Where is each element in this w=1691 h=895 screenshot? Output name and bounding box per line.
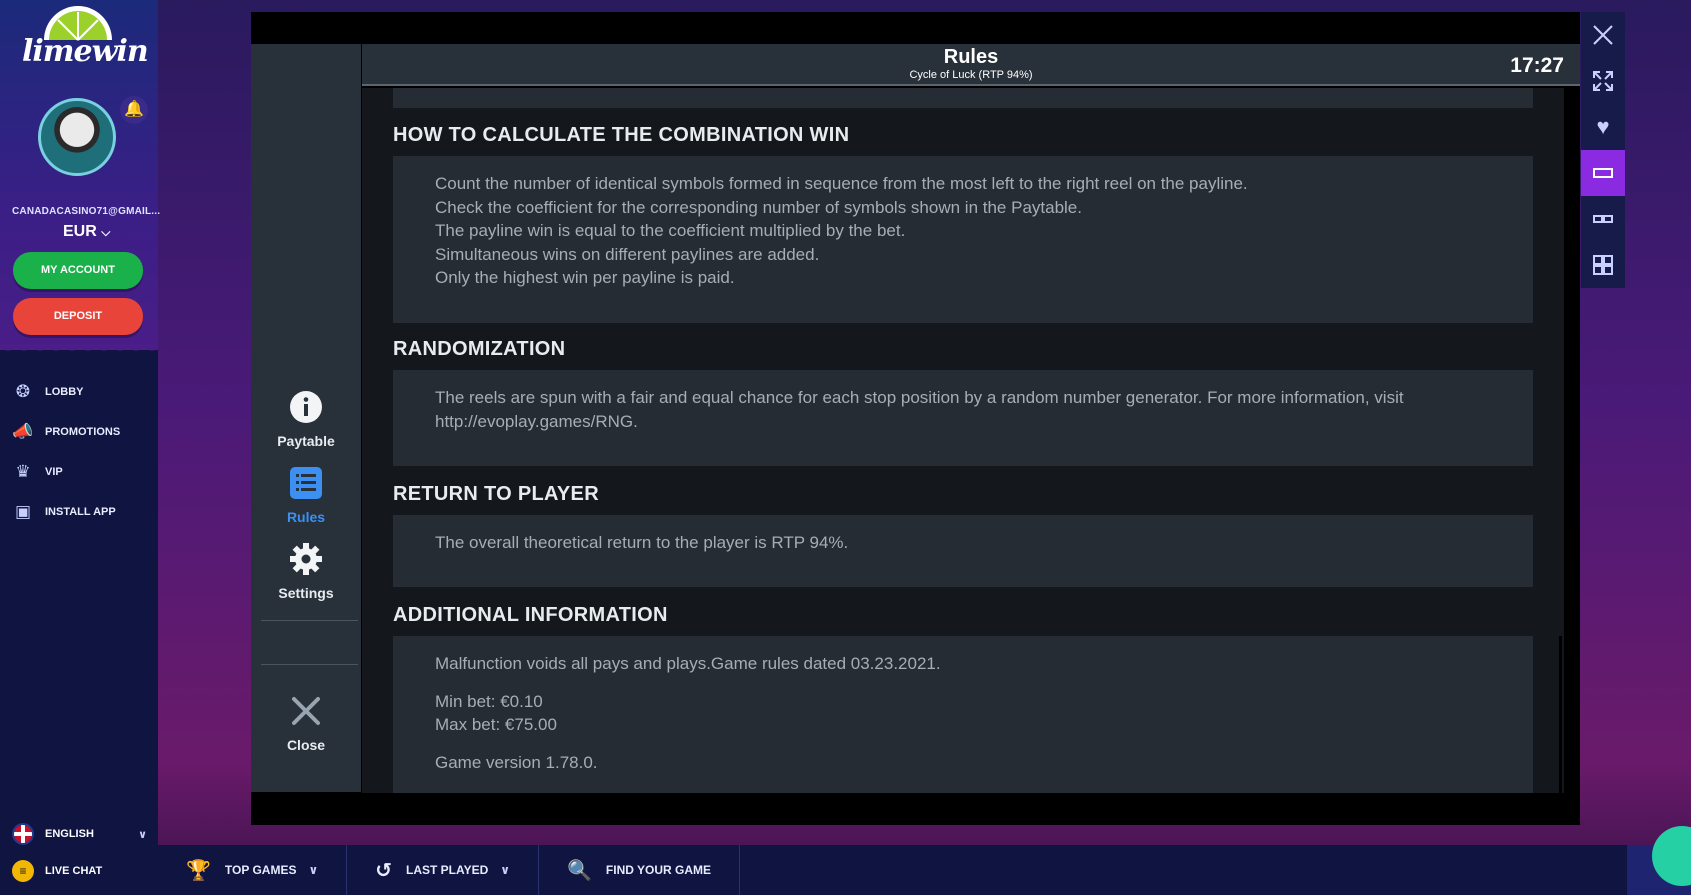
bottom-bar: 🏆 TOP GAMES ∨ ↺ LAST PLAYED ∨ 🔍 FIND YOU… — [158, 845, 1691, 895]
live-chat-link[interactable]: ≡ LIVE CHAT — [12, 860, 102, 882]
nav-divider — [261, 620, 358, 621]
search-icon: 🔍 — [567, 859, 592, 882]
language-selector[interactable]: ENGLISH ∨ — [12, 823, 147, 845]
heart-icon: ♥ — [1596, 114, 1610, 139]
find-game-label: FIND YOUR GAME — [605, 863, 712, 877]
clock: 17:27 — [1510, 54, 1564, 77]
rules-button[interactable]: Rules — [251, 466, 361, 525]
sidebar-item-label: VIP — [45, 466, 63, 478]
paytable-label: Paytable — [277, 433, 335, 449]
top-games-label: TOP GAMES — [224, 863, 297, 877]
section-box-additional: Malfunction voids all pays and plays.Gam… — [393, 636, 1533, 793]
game-subtitle: Cycle of Luck (RTP 94%) — [909, 69, 1033, 81]
expand-icon — [1593, 71, 1613, 91]
bell-icon[interactable]: 🔔 — [120, 96, 148, 124]
chat-icon: ≡ — [12, 860, 34, 882]
favorite-button[interactable]: ♥ — [1581, 104, 1625, 150]
rule-line: Simultaneous wins on different paylines … — [435, 244, 820, 264]
lobby-icon: ❂ — [15, 382, 31, 401]
gear-icon — [290, 543, 322, 575]
close-label: Close — [286, 737, 326, 753]
live-chat-label: LIVE CHAT — [45, 865, 103, 877]
paytable-button[interactable]: Paytable — [251, 390, 361, 449]
rules-content[interactable]: HOW TO CALCULATE THE COMBINATION WIN Cou… — [362, 88, 1564, 793]
section-title-additional: ADDITIONAL INFORMATION — [393, 604, 668, 626]
rule-line: The payline win is equal to the coeffici… — [435, 221, 906, 240]
section-title-randomization: RANDOMIZATION — [393, 338, 566, 360]
min-bet-text: Min bet: €0.10 — [435, 691, 543, 711]
chevron-down-icon: ∨ — [308, 863, 319, 877]
quad-view-button[interactable] — [1581, 242, 1625, 288]
sidebar-item-vip[interactable]: ♛ VIP — [12, 452, 120, 492]
dual-window-icon — [1593, 215, 1613, 223]
deposit-button[interactable]: DEPOSIT — [13, 298, 143, 335]
rtp-text: The overall theoretical return to the pl… — [435, 533, 849, 552]
sidebar-item-install-app[interactable]: ▣ INSTALL APP — [12, 492, 120, 532]
user-email: CANADACASINO71@GMAIL... — [12, 206, 161, 217]
section-box-combination: Count the number of identical symbols fo… — [393, 156, 1533, 323]
close-button[interactable]: Close — [251, 694, 361, 753]
sidebar-item-promotions[interactable]: 📣 PROMOTIONS — [12, 412, 120, 452]
section-box-randomization: The reels are spun with a fair and equal… — [393, 370, 1533, 466]
content-scrollbar[interactable] — [1559, 636, 1562, 793]
sidebar-item-label: PROMOTIONS — [45, 426, 121, 438]
close-icon — [292, 697, 320, 725]
rules-header: Rules Cycle of Luck (RTP 94%) 17:27 — [362, 44, 1580, 86]
section-title-rtp: RETURN TO PLAYER — [393, 483, 599, 505]
right-toolbar: ♥ — [1581, 12, 1625, 288]
rule-line: Only the highest win per payline is paid… — [435, 268, 735, 287]
info-icon — [290, 391, 322, 423]
quad-window-icon — [1593, 255, 1613, 275]
megaphone-icon: 📣 — [12, 422, 34, 441]
find-game-search[interactable]: 🔍 FIND YOUR GAME — [539, 845, 741, 895]
sidebar-nav: ❂ LOBBY 📣 PROMOTIONS ♛ VIP ▣ INSTALL APP — [12, 372, 120, 532]
nav-divider — [261, 664, 358, 665]
phone-icon: ▣ — [14, 502, 32, 521]
previous-section-box — [393, 88, 1533, 108]
malfunction-text: Malfunction voids all pays and plays.Gam… — [435, 654, 941, 673]
section-box-rtp: The overall theoretical return to the pl… — [393, 515, 1533, 587]
dual-view-button[interactable] — [1581, 196, 1625, 242]
fullscreen-button[interactable] — [1581, 58, 1625, 104]
game-version-text: Game version 1.78.0. — [435, 752, 598, 772]
sidebar-item-label: LOBBY — [45, 386, 84, 398]
game-side-nav: Paytable Rules Settings Close — [251, 44, 361, 792]
single-view-button[interactable] — [1581, 150, 1625, 196]
settings-button[interactable]: Settings — [251, 542, 361, 601]
sidebar-profile-panel: limewin 🔔 CANADACASINO71@GMAIL... EUR ⌵ … — [0, 0, 161, 356]
currency-label: EUR — [63, 223, 97, 240]
rule-line: Count the number of identical symbols fo… — [435, 174, 1248, 193]
last-played-label: LAST PLAYED — [406, 863, 489, 877]
section-title-combination: HOW TO CALCULATE THE COMBINATION WIN — [393, 124, 850, 146]
crown-icon: ♛ — [15, 462, 31, 481]
language-label: ENGLISH — [45, 828, 94, 840]
rule-line: Check the coefficient for the correspond… — [435, 197, 1082, 217]
settings-label: Settings — [278, 585, 334, 601]
last-played-dropdown[interactable]: ↺ LAST PLAYED ∨ — [347, 845, 539, 895]
randomization-text: The reels are spun with a fair and equal… — [435, 388, 1404, 431]
uk-flag-icon — [12, 823, 34, 845]
close-game-button[interactable] — [1581, 12, 1625, 58]
chevron-down-icon: ∨ — [138, 828, 147, 841]
trophy-icon: 🏆 — [186, 859, 211, 882]
top-games-dropdown[interactable]: 🏆 TOP GAMES ∨ — [158, 845, 348, 895]
sidebar-item-lobby[interactable]: ❂ LOBBY — [12, 372, 120, 412]
list-icon — [290, 467, 322, 499]
my-account-button[interactable]: MY ACCOUNT — [13, 252, 143, 289]
close-icon — [1593, 25, 1613, 45]
game-window: Paytable Rules Settings Close Rules Cycl… — [251, 12, 1580, 825]
single-window-icon — [1593, 168, 1613, 178]
chevron-down-icon: ⌵ — [101, 225, 111, 239]
sidebar: limewin 🔔 CANADACASINO71@GMAIL... EUR ⌵ … — [0, 0, 161, 895]
max-bet-text: Max bet: €75.00 — [435, 715, 557, 734]
page-title: Rules — [943, 46, 999, 68]
sidebar-item-label: INSTALL APP — [45, 506, 116, 518]
logo-text[interactable]: limewin — [22, 34, 149, 69]
avatar[interactable] — [38, 98, 116, 176]
chevron-down-icon: ∨ — [500, 863, 510, 877]
currency-selector[interactable]: EUR ⌵ — [63, 223, 110, 241]
history-icon: ↺ — [375, 859, 392, 882]
rules-label: Rules — [286, 509, 326, 525]
